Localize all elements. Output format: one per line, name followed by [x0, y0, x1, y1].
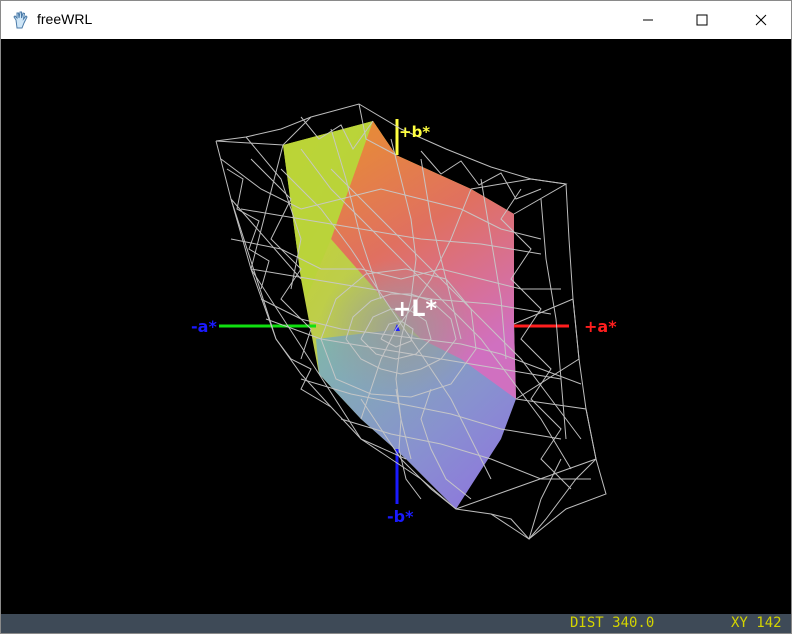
title-bar[interactable]: freeWRL	[1, 1, 791, 39]
distance-readout: DIST 340.0	[570, 615, 655, 631]
close-button[interactable]	[738, 1, 784, 39]
freewrl-hand-icon	[11, 10, 31, 30]
maximize-button[interactable]	[679, 1, 725, 39]
minimize-button[interactable]	[625, 1, 671, 39]
minus-b-axis-label: -b*	[387, 507, 414, 526]
minus-a-axis-label: -a*	[191, 317, 217, 336]
close-icon	[755, 14, 767, 26]
plus-a-axis-label: +a*	[584, 317, 617, 336]
maximize-icon	[696, 14, 708, 26]
freewrl-window: freeWRL -a* +a* +b* -b* +L* DIST 340.0 X…	[0, 0, 792, 634]
plus-l-axis-label: +L*	[393, 297, 437, 322]
plus-b-axis-label: +b*	[399, 123, 431, 141]
window-title: freeWRL	[37, 11, 93, 27]
xy-readout: XY 142	[731, 615, 782, 631]
gamut-scene	[215, 103, 607, 540]
status-bar: DIST 340.0 XY 142	[1, 614, 791, 633]
3d-viewport[interactable]: -a* +a* +b* -b* +L*	[1, 39, 791, 614]
minimize-icon	[643, 19, 653, 21]
